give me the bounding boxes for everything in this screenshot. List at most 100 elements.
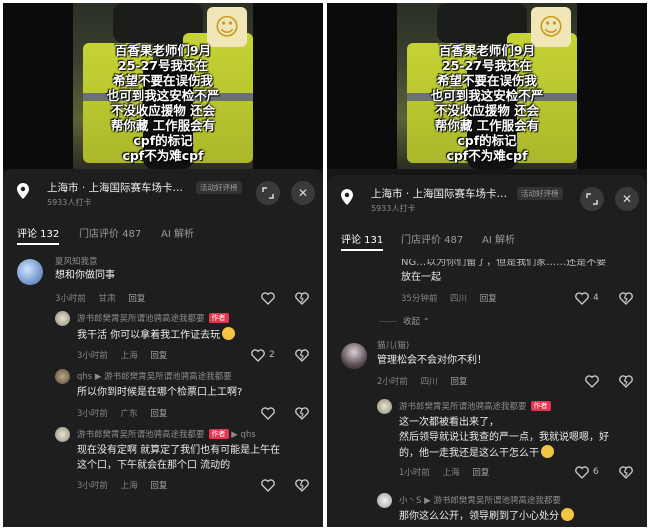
video-player[interactable]: ☺ 百香果老师们9月 25-27号我还在 希望不要在误伤我 也可到我这安检不严 … — [327, 3, 647, 169]
comment-list: NG…以为你们留了，但是我们家……还是不要 放在一起 35分钟前 四川 回复 4… — [327, 259, 647, 527]
comment-sheet: 上海市 · 上海国际赛车场卡… 活动好评榜 5933人打卡 ✕ 评论 131 门… — [327, 175, 647, 527]
comment-text: 现在没有定啊 就算定了我们也有可能是上午在 — [77, 445, 281, 456]
dislike-icon[interactable] — [619, 465, 633, 479]
comment-time: 2小时前 — [377, 377, 408, 387]
tab-store-reviews[interactable]: 门店评价 487 — [79, 225, 141, 240]
reply-button[interactable]: 回复 — [480, 294, 497, 304]
heart-icon[interactable] — [261, 407, 275, 420]
avatar[interactable] — [17, 259, 43, 285]
comment-time: 35分钟前 — [401, 294, 438, 304]
checkin-count: 5933人打卡 — [47, 198, 92, 207]
comment-tabs: 评论 131 门店评价 487 AI 解析 — [327, 227, 647, 251]
tab-ai-analysis[interactable]: AI 解析 — [482, 231, 515, 246]
comment-username[interactable]: 夏风知我意 — [55, 255, 98, 267]
location-header[interactable]: 上海市 · 上海国际赛车场卡… 活动好评榜 5933人打卡 ✕ — [327, 183, 647, 217]
location-title[interactable]: 上海市 · 上海国际赛车场卡… — [47, 180, 183, 195]
tab-ai-analysis[interactable]: AI 解析 — [161, 225, 194, 240]
comment-username[interactable]: 游书郎樊霄吴所谓池骋高途我都要 作者 ▶ qhs — [77, 428, 256, 440]
comment-username[interactable]: 游书郎樊霄吴所谓池骋高途我都要 作者 — [399, 400, 551, 412]
heart-icon[interactable] — [261, 292, 275, 305]
comment-location: 上海 — [442, 468, 460, 478]
heart-icon[interactable] — [575, 466, 589, 479]
comment-meta: 3小时前 甘肃 回复 — [55, 292, 155, 304]
comment-text: 管理松会不会对你不利！ — [377, 355, 487, 366]
reply-button[interactable]: 回复 — [128, 294, 145, 304]
comment-text: 我干活 你可以拿着我工作证去玩 — [77, 327, 236, 343]
comment-meta: 2小时前 四川 回复 — [377, 375, 477, 387]
comment-location: 上海 — [120, 351, 138, 361]
close-icon: ✕ — [621, 192, 633, 206]
avatar[interactable] — [377, 493, 392, 508]
video-overlay-text: 百香果老师们9月 25-27号我还在 希望不要在误伤我 也可到我这安检不严 不没… — [430, 43, 544, 163]
comment-text-line3: 的，他一走我还是这么干怎么干 — [399, 445, 554, 461]
comment-location: 四川 — [420, 377, 438, 387]
comment-meta: 3小时前 上海 回复 — [77, 479, 177, 491]
reply-button[interactable]: 回复 — [450, 377, 467, 387]
close-icon: ✕ — [297, 186, 309, 200]
laughing-emoji-icon — [541, 445, 554, 458]
like-count: 4 — [593, 293, 599, 303]
comment-time: 3小时前 — [55, 294, 86, 304]
reply-button[interactable]: 回复 — [472, 468, 489, 478]
comment-meta: 3小时前 广东 回复 — [77, 407, 177, 419]
close-button[interactable]: ✕ — [615, 187, 639, 211]
left-screenshot-panel: ☺ 百香果老师们9月 25-27号我还在 希望不要在误伤我 也可到我这安检不严 … — [3, 3, 323, 527]
active-tab-indicator — [17, 243, 59, 245]
reply-button[interactable]: 回复 — [150, 351, 167, 361]
dislike-icon[interactable] — [295, 348, 309, 362]
comment-location: 广东 — [120, 409, 138, 419]
comment-text-line2: 放在一起 — [401, 272, 441, 283]
comment-meta: 35分钟前 四川 回复 — [401, 292, 507, 304]
avatar[interactable] — [55, 427, 70, 442]
expand-icon — [586, 193, 598, 205]
comment-text: NG…以为你们留了，但是我们家……还是不要 — [401, 259, 607, 268]
comment-username[interactable]: 游书郎樊霄吴所谓池骋高途我都要 作者 — [77, 312, 229, 324]
comment-time: 3小时前 — [77, 409, 108, 419]
comment-meta: 3小时前 上海 回复 — [77, 349, 177, 361]
avatar[interactable] — [55, 369, 70, 384]
tab-comments[interactable]: 评论 131 — [341, 231, 383, 246]
heart-icon[interactable] — [261, 479, 275, 492]
comment-username[interactable]: qhs ▶ 游书郎樊霄吴所谓池骋高途我都要 — [77, 370, 232, 382]
like-count: 2 — [269, 350, 275, 360]
chevron-up-icon: ⌃ — [422, 317, 430, 327]
avatar[interactable] — [55, 311, 70, 326]
expand-icon — [262, 187, 274, 199]
active-tab-indicator — [341, 249, 383, 251]
comment-text: 那你这么公开，领导刷到了小心处分 — [399, 508, 574, 524]
dislike-icon[interactable] — [295, 478, 309, 492]
video-player[interactable]: ☺ 百香果老师们9月 25-27号我还在 希望不要在误伤我 也可到我这安检不严 … — [3, 3, 323, 169]
comment-username[interactable]: 小丶S ▶ 游书郎樊霄吴所谓池骋高途我都要 — [399, 494, 561, 506]
collapse-button[interactable]: 收起 ⌃ — [403, 315, 430, 327]
dislike-icon[interactable] — [295, 406, 309, 420]
share-button[interactable] — [580, 187, 604, 211]
comment-location: 上海 — [120, 481, 138, 491]
dislike-icon[interactable] — [295, 291, 309, 305]
sticker-image: ☺ — [531, 7, 571, 47]
share-button[interactable] — [256, 181, 280, 205]
author-badge: 作者 — [208, 429, 229, 439]
heart-icon[interactable] — [575, 292, 589, 305]
location-title[interactable]: 上海市 · 上海国际赛车场卡… — [371, 186, 507, 201]
location-header[interactable]: 上海市 · 上海国际赛车场卡… 活动好评榜 5933人打卡 ✕ — [3, 177, 323, 211]
comment-time: 3小时前 — [77, 351, 108, 361]
collapse-divider — [379, 321, 397, 322]
heart-icon[interactable] — [251, 349, 265, 362]
dislike-icon[interactable] — [619, 291, 633, 305]
comment-location: 甘肃 — [98, 294, 116, 304]
comment-time: 3小时前 — [77, 481, 108, 491]
checkin-count: 5933人打卡 — [371, 204, 416, 213]
avatar[interactable] — [377, 399, 392, 414]
comment-username[interactable]: 猫儿(猫) — [377, 339, 409, 351]
close-button[interactable]: ✕ — [291, 181, 315, 205]
dislike-icon[interactable] — [619, 374, 633, 388]
reply-button[interactable]: 回复 — [150, 481, 167, 491]
avatar[interactable] — [341, 343, 367, 369]
tab-comments[interactable]: 评论 132 — [17, 225, 59, 240]
comment-meta: 1小时前 上海 回复 — [399, 466, 499, 478]
comment-text: 想和你做同事 — [55, 270, 115, 281]
reply-button[interactable]: 回复 — [150, 409, 167, 419]
tab-store-reviews[interactable]: 门店评价 487 — [401, 231, 463, 246]
right-screenshot-panel: ☺ 百香果老师们9月 25-27号我还在 希望不要在误伤我 也可到我这安检不严 … — [327, 3, 647, 527]
heart-icon[interactable] — [585, 375, 599, 388]
